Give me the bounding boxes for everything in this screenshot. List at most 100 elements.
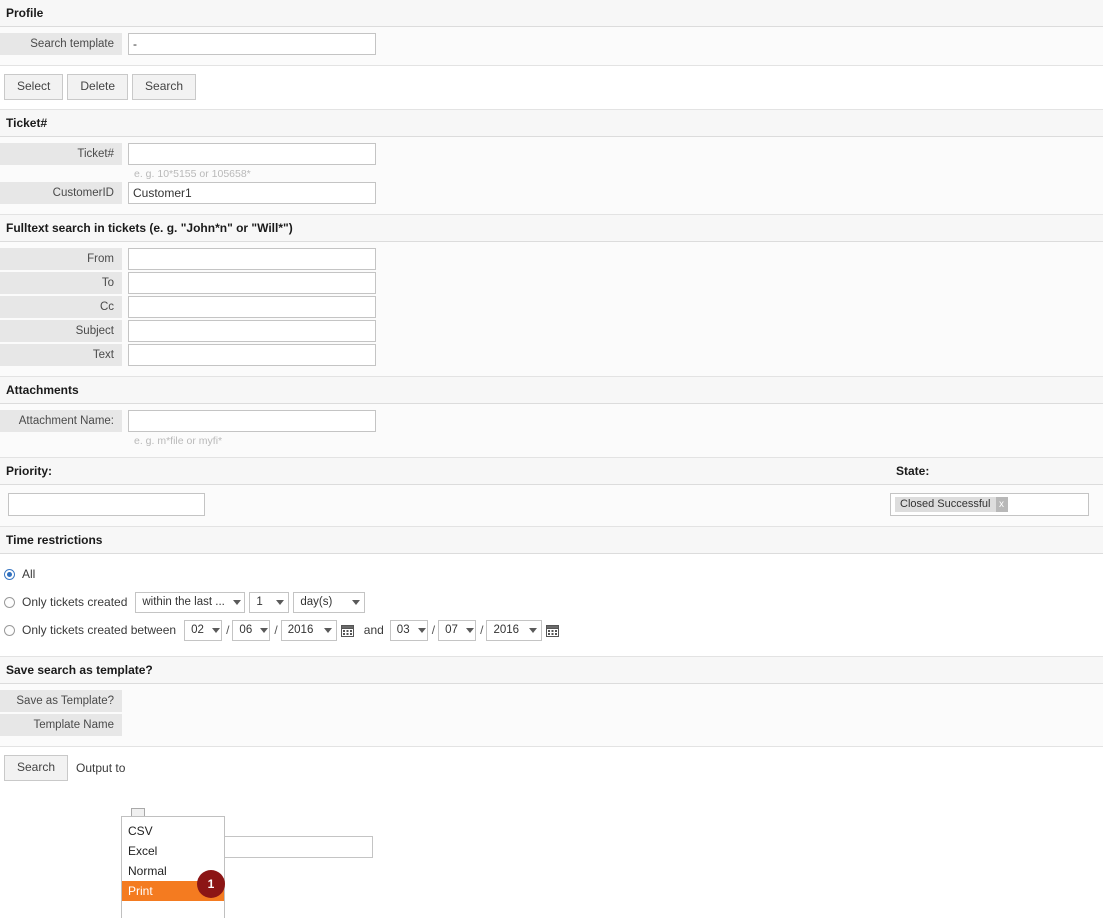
output-to-label: Output to	[76, 761, 126, 775]
time-range-select[interactable]: within the last ...	[135, 591, 246, 613]
calendar-icon[interactable]	[546, 624, 560, 637]
fulltext-to-label: To	[0, 272, 122, 294]
ticket-section-body: Ticket# e. g. 10*5155 or 105658* Custome…	[0, 137, 1103, 215]
time-unit-select[interactable]: day(s)	[293, 591, 366, 613]
chevron-down-icon	[417, 627, 426, 633]
ticket-number-hint: e. g. 10*5155 or 105658*	[134, 168, 251, 180]
fulltext-cc-row: Cc	[0, 296, 1103, 318]
chevron-down-icon	[529, 627, 538, 633]
ticket-number-row: Ticket# e. g. 10*5155 or 105658*	[0, 143, 1103, 180]
section-header-time-restrictions: Time restrictions	[0, 527, 1103, 554]
time-count-select[interactable]: 1	[249, 591, 290, 613]
fulltext-text-input[interactable]	[128, 344, 376, 366]
profile-section-body: Search template	[0, 27, 1103, 66]
fulltext-from-row: From	[0, 248, 1103, 270]
fulltext-text-row: Text	[0, 344, 1103, 366]
chevron-down-icon	[323, 627, 332, 633]
state-token-label: Closed Successful	[900, 498, 991, 510]
output-to-dropdown[interactable]: CSV Excel Normal Print	[121, 816, 225, 918]
date-separator: /	[226, 623, 230, 637]
priority-state-header: Priority: State:	[0, 458, 1103, 485]
section-header-ticket: Ticket#	[0, 110, 1103, 137]
chevron-down-icon	[232, 599, 241, 605]
attachment-name-label: Attachment Name:	[0, 410, 122, 432]
dropdown-option-excel[interactable]: Excel	[122, 841, 224, 861]
fulltext-cc-label: Cc	[0, 296, 122, 318]
date-separator: /	[480, 623, 484, 637]
search-template-field-wrap	[122, 33, 376, 55]
start-year-select[interactable]: 2016	[280, 619, 337, 641]
fulltext-text-label: Text	[0, 344, 122, 366]
fulltext-from-input[interactable]	[128, 248, 376, 270]
priority-state-body: Closed Successful x	[0, 485, 1103, 527]
profile-search-button[interactable]: Search	[132, 74, 197, 100]
time-between-row: Only tickets created between 02 / 06 / 2…	[0, 618, 1103, 642]
time-between-radio[interactable]	[4, 624, 15, 636]
time-all-radio[interactable]	[4, 568, 15, 580]
save-as-template-label: Save as Template?	[0, 690, 122, 712]
customer-id-label: CustomerID	[0, 182, 122, 204]
search-template-row: Search template	[0, 33, 1103, 55]
customer-id-input[interactable]	[128, 182, 376, 204]
attachment-name-input[interactable]	[128, 410, 376, 432]
end-month-select[interactable]: 07	[438, 619, 477, 641]
time-between-label: Only tickets created between	[22, 623, 177, 637]
state-field-wrap: Closed Successful x	[890, 493, 1103, 516]
attachments-section-body: Attachment Name: e. g. m*file or myfi*	[0, 404, 1103, 458]
save-template-body: Save as Template? Template Name	[0, 684, 1103, 747]
time-created-radio[interactable]	[4, 596, 15, 608]
state-multiselect[interactable]: Closed Successful x	[890, 493, 1089, 516]
calendar-icon[interactable]	[340, 624, 354, 637]
state-token: Closed Successful x	[895, 497, 1008, 512]
ticket-search-page: Profile Search template Select Delete Se…	[0, 0, 1103, 918]
section-header-priority: Priority:	[6, 464, 53, 478]
section-header-fulltext: Fulltext search in tickets (e. g. "John*…	[0, 215, 1103, 242]
fulltext-section-body: From To Cc Subject Text	[0, 242, 1103, 377]
ticket-number-input[interactable]	[128, 143, 376, 165]
priority-multiselect[interactable]	[8, 493, 205, 516]
dropdown-option-csv[interactable]: CSV	[122, 821, 224, 841]
submit-search-button[interactable]: Search	[4, 755, 69, 781]
section-header-save-template: Save search as template?	[0, 657, 1103, 684]
save-as-template-row: Save as Template?	[0, 690, 1103, 712]
select-button[interactable]: Select	[4, 74, 64, 100]
step-badge-1: 1	[197, 870, 225, 898]
search-template-input[interactable]	[128, 33, 376, 55]
time-created-row: Only tickets created within the last ...…	[0, 590, 1103, 614]
ticket-number-label: Ticket#	[0, 143, 122, 165]
fulltext-to-row: To	[0, 272, 1103, 294]
chevron-down-icon	[211, 627, 220, 633]
customer-id-field-wrap	[122, 182, 376, 204]
date-separator: /	[274, 623, 278, 637]
fulltext-subject-label: Subject	[0, 320, 122, 342]
end-year-select[interactable]: 2016	[486, 619, 543, 641]
customer-id-row: CustomerID	[0, 182, 1103, 204]
section-header-attachments: Attachments	[0, 377, 1103, 404]
state-token-remove-icon[interactable]: x	[995, 497, 1008, 512]
time-all-row: All	[0, 562, 1103, 586]
time-created-label: Only tickets created	[22, 595, 128, 609]
chevron-down-icon	[352, 599, 361, 605]
time-all-label: All	[22, 567, 36, 581]
fulltext-from-label: From	[0, 248, 122, 270]
chevron-down-icon	[465, 627, 474, 633]
fulltext-cc-input[interactable]	[128, 296, 376, 318]
fulltext-subject-input[interactable]	[128, 320, 376, 342]
chevron-down-icon	[260, 627, 269, 633]
section-header-state: State:	[896, 464, 930, 478]
template-name-label: Template Name	[0, 714, 122, 736]
search-template-label: Search template	[0, 33, 122, 55]
delete-button[interactable]: Delete	[67, 74, 129, 100]
bottom-action-bar: Search Output to	[0, 747, 1103, 781]
fulltext-to-input[interactable]	[128, 272, 376, 294]
chevron-down-icon	[276, 599, 285, 605]
time-restrictions-body: All Only tickets created within the last…	[0, 554, 1103, 657]
profile-button-bar: Select Delete Search	[0, 66, 1103, 110]
start-day-select[interactable]: 02	[184, 619, 223, 641]
ticket-number-field-wrap: e. g. 10*5155 or 105658*	[122, 143, 376, 180]
end-day-select[interactable]: 03	[389, 619, 428, 641]
start-month-select[interactable]: 06	[232, 619, 271, 641]
template-name-row: Template Name	[0, 714, 1103, 736]
fulltext-subject-row: Subject	[0, 320, 1103, 342]
attachment-name-hint: e. g. m*file or myfi*	[134, 435, 223, 447]
